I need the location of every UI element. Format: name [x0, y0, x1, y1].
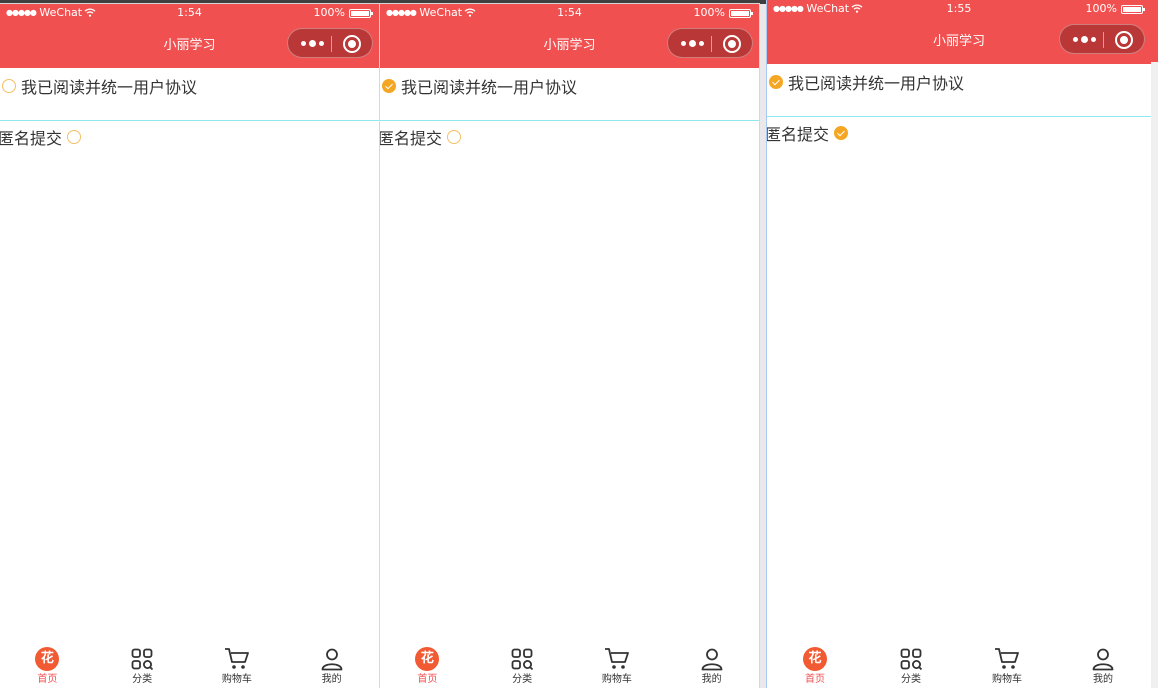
category-grid-icon — [511, 648, 534, 671]
agree-label: 我已阅读并统一用户协议 — [21, 78, 198, 97]
nav-header: ●●●●● WeChat 1:55 100% 小丽学习 — [767, 0, 1151, 64]
tab-category-label: 分类 — [901, 674, 921, 685]
menu-capsule — [1059, 24, 1145, 54]
tab-profile[interactable]: 我的 — [682, 644, 742, 686]
next-frame-edge — [1151, 0, 1158, 688]
tab-home-label: 首页 — [805, 674, 825, 685]
agree-checkbox[interactable]: 我已阅读并统一用户协议 — [769, 70, 964, 94]
tab-profile-label: 我的 — [321, 674, 342, 685]
status-bar: ●●●●● WeChat 1:54 100% — [0, 4, 379, 22]
anonymous-check-icon[interactable] — [834, 126, 849, 140]
category-grid-icon — [131, 648, 154, 671]
battery-percent: 100% — [1085, 2, 1117, 15]
anonymous-check-icon[interactable] — [67, 130, 82, 144]
tab-cart-label: 购物车 — [221, 674, 252, 685]
shopping-cart-icon — [604, 648, 629, 669]
home-icon: 花 — [35, 647, 60, 671]
battery-status: 100% — [313, 4, 373, 22]
status-bar: ●●●●● WeChat 1:54 100% — [380, 4, 759, 22]
nav-header: ●●●●● WeChat 1:54 100% 小丽学习 — [380, 4, 759, 68]
nav-header: ●●●●● WeChat 1:54 100% 小丽学习 — [0, 4, 379, 68]
agree-check-icon[interactable] — [382, 79, 396, 93]
tab-cart[interactable]: 购物车 — [977, 644, 1037, 686]
user-profile-icon — [321, 648, 343, 671]
battery-status: 100% — [1085, 0, 1145, 18]
tab-bar: 花 首页 分类 购物车 我的 — [0, 642, 379, 688]
battery-percent: 100% — [693, 6, 725, 19]
tab-home-label: 首页 — [37, 674, 58, 685]
anonymous-label: 匿名提交 — [767, 125, 830, 144]
agree-checkbox[interactable]: 我已阅读并统一用户协议 — [382, 74, 577, 98]
agree-check-icon[interactable] — [769, 75, 783, 89]
more-menu-icon[interactable] — [1070, 29, 1098, 49]
tab-category[interactable]: 分类 — [881, 644, 941, 686]
more-menu-icon[interactable] — [678, 33, 706, 53]
tab-profile[interactable]: 我的 — [1073, 644, 1133, 686]
agree-checkbox[interactable]: 我已阅读并统一用户协议 — [2, 74, 197, 98]
tab-category[interactable]: 分类 — [492, 644, 552, 686]
close-miniapp-icon[interactable] — [1115, 31, 1133, 49]
agreement-row: 我已阅读并统一用户协议 — [0, 68, 379, 121]
tab-home-label: 首页 — [417, 674, 438, 685]
anonymous-label: 匿名提交 — [380, 129, 443, 148]
user-profile-icon — [1092, 648, 1114, 671]
agree-label: 我已阅读并统一用户协议 — [788, 74, 965, 93]
battery-status: 100% — [693, 4, 753, 22]
tab-cart-label: 购物车 — [601, 674, 632, 685]
tab-bar: 花 首页 分类 购物车 我的 — [380, 642, 759, 688]
battery-icon — [1121, 4, 1145, 14]
shopping-cart-icon — [995, 648, 1019, 669]
agreement-row: 我已阅读并统一用户协议 — [767, 64, 1151, 117]
tab-profile-label: 我的 — [701, 674, 722, 685]
home-icon: 花 — [415, 647, 440, 671]
tab-category[interactable]: 分类 — [112, 644, 172, 686]
phone-screen-2: ●●●●● WeChat 1:54 100% 小丽学习 我已阅读并统一用户协议 … — [380, 4, 759, 688]
tab-category-label: 分类 — [132, 674, 153, 685]
home-icon: 花 — [803, 647, 827, 671]
agree-label: 我已阅读并统一用户协议 — [401, 78, 578, 97]
capsule-divider — [711, 36, 712, 52]
phone-screen-3: ●●●●● WeChat 1:55 100% 小丽学习 我已阅读并统一用户协议 … — [767, 0, 1151, 688]
tab-category-label: 分类 — [512, 674, 533, 685]
battery-icon — [729, 8, 753, 18]
shopping-cart-icon — [224, 648, 249, 669]
anonymous-checkbox[interactable]: 匿名提交 — [0, 125, 82, 149]
tab-cart[interactable]: 购物车 — [587, 644, 647, 686]
capsule-divider — [1103, 32, 1104, 48]
anonymous-label: 匿名提交 — [0, 129, 63, 148]
agreement-row: 我已阅读并统一用户协议 — [380, 68, 759, 121]
tab-profile[interactable]: 我的 — [302, 644, 362, 686]
tab-home[interactable]: 花 首页 — [17, 644, 77, 686]
tab-home[interactable]: 花 首页 — [785, 644, 845, 686]
close-miniapp-icon[interactable] — [343, 35, 361, 53]
anonymous-checkbox[interactable]: 匿名提交 — [380, 125, 462, 149]
tab-profile-label: 我的 — [1093, 674, 1113, 685]
capsule-divider — [331, 36, 332, 52]
phone-screen-1: ●●●●● WeChat 1:54 100% 小丽学习 我已阅读并统一用户协议 … — [0, 4, 379, 688]
close-miniapp-icon[interactable] — [723, 35, 741, 53]
user-profile-icon — [701, 648, 723, 671]
tab-home[interactable]: 花 首页 — [397, 644, 457, 686]
category-grid-icon — [900, 648, 923, 671]
menu-capsule — [667, 28, 753, 58]
agree-check-icon[interactable] — [2, 79, 16, 93]
anonymous-checkbox[interactable]: 匿名提交 — [767, 121, 849, 145]
tab-cart-label: 购物车 — [992, 674, 1022, 685]
battery-percent: 100% — [313, 6, 345, 19]
battery-icon — [349, 8, 373, 18]
tab-bar: 花 首页 分类 购物车 我的 — [767, 642, 1151, 688]
more-menu-icon[interactable] — [298, 33, 326, 53]
tab-cart[interactable]: 购物车 — [207, 644, 267, 686]
menu-capsule — [287, 28, 373, 58]
anonymous-check-icon[interactable] — [447, 130, 462, 144]
status-bar: ●●●●● WeChat 1:55 100% — [767, 0, 1151, 18]
